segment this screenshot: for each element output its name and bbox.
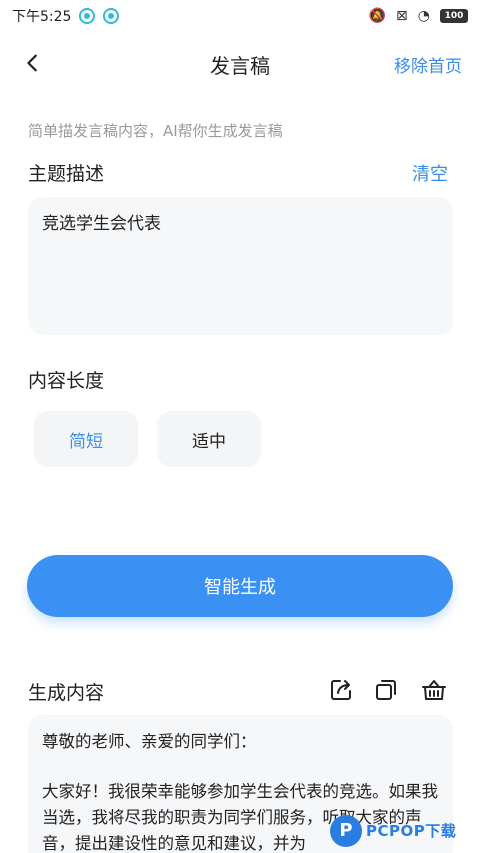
length-option-medium[interactable]: 适中: [157, 411, 261, 467]
topic-input[interactable]: 竞选学生会代表: [28, 197, 453, 335]
battery-icon: 100: [440, 9, 468, 23]
share-button[interactable]: [328, 677, 354, 703]
back-arrow-icon: [27, 54, 37, 72]
status-time: 下午5:25: [12, 9, 72, 25]
result-greeting: 尊敬的老师、亲爱的同学们：: [42, 732, 257, 751]
clear-button[interactable]: 清空: [412, 160, 448, 186]
topic-input-value: 竞选学生会代表: [42, 214, 161, 234]
watermark-logo: P: [330, 814, 362, 847]
generate-button[interactable]: 智能生成: [27, 555, 453, 617]
result-label: 生成内容: [28, 682, 105, 704]
length-option-short[interactable]: 简短: [34, 411, 138, 467]
watermark-text: PCPOP下载: [366, 822, 457, 840]
wifi-icon: ◔: [417, 8, 430, 24]
status-bar: 下午5:25 🔕 ⊠ ◔ 100: [0, 0, 480, 32]
app-notification-icon: [79, 8, 96, 24]
mute-bell-icon: 🔕: [368, 8, 387, 24]
back-button[interactable]: [18, 48, 48, 78]
share-icon: [331, 680, 351, 700]
nav-bar: 发言稿 移除首页: [0, 36, 480, 92]
sim-icon: ⊠: [396, 8, 408, 24]
app-notification-icon-2: [103, 8, 120, 24]
copy-button[interactable]: [373, 677, 399, 703]
status-right: 🔕 ⊠ ◔ 100: [369, 8, 468, 24]
copy-icon: [376, 680, 396, 700]
length-label: 内容长度: [28, 370, 105, 392]
watermark: P PCPOP下载: [330, 808, 480, 853]
page-title: 发言稿: [210, 53, 270, 78]
clear-result-button[interactable]: [421, 677, 447, 703]
remove-from-home-button[interactable]: 移除首页: [394, 52, 462, 77]
topic-label: 主题描述: [28, 163, 105, 185]
basket-icon: [422, 680, 446, 700]
hint-text: 简单描发言稿内容，AI帮你生成发言稿: [28, 122, 283, 140]
